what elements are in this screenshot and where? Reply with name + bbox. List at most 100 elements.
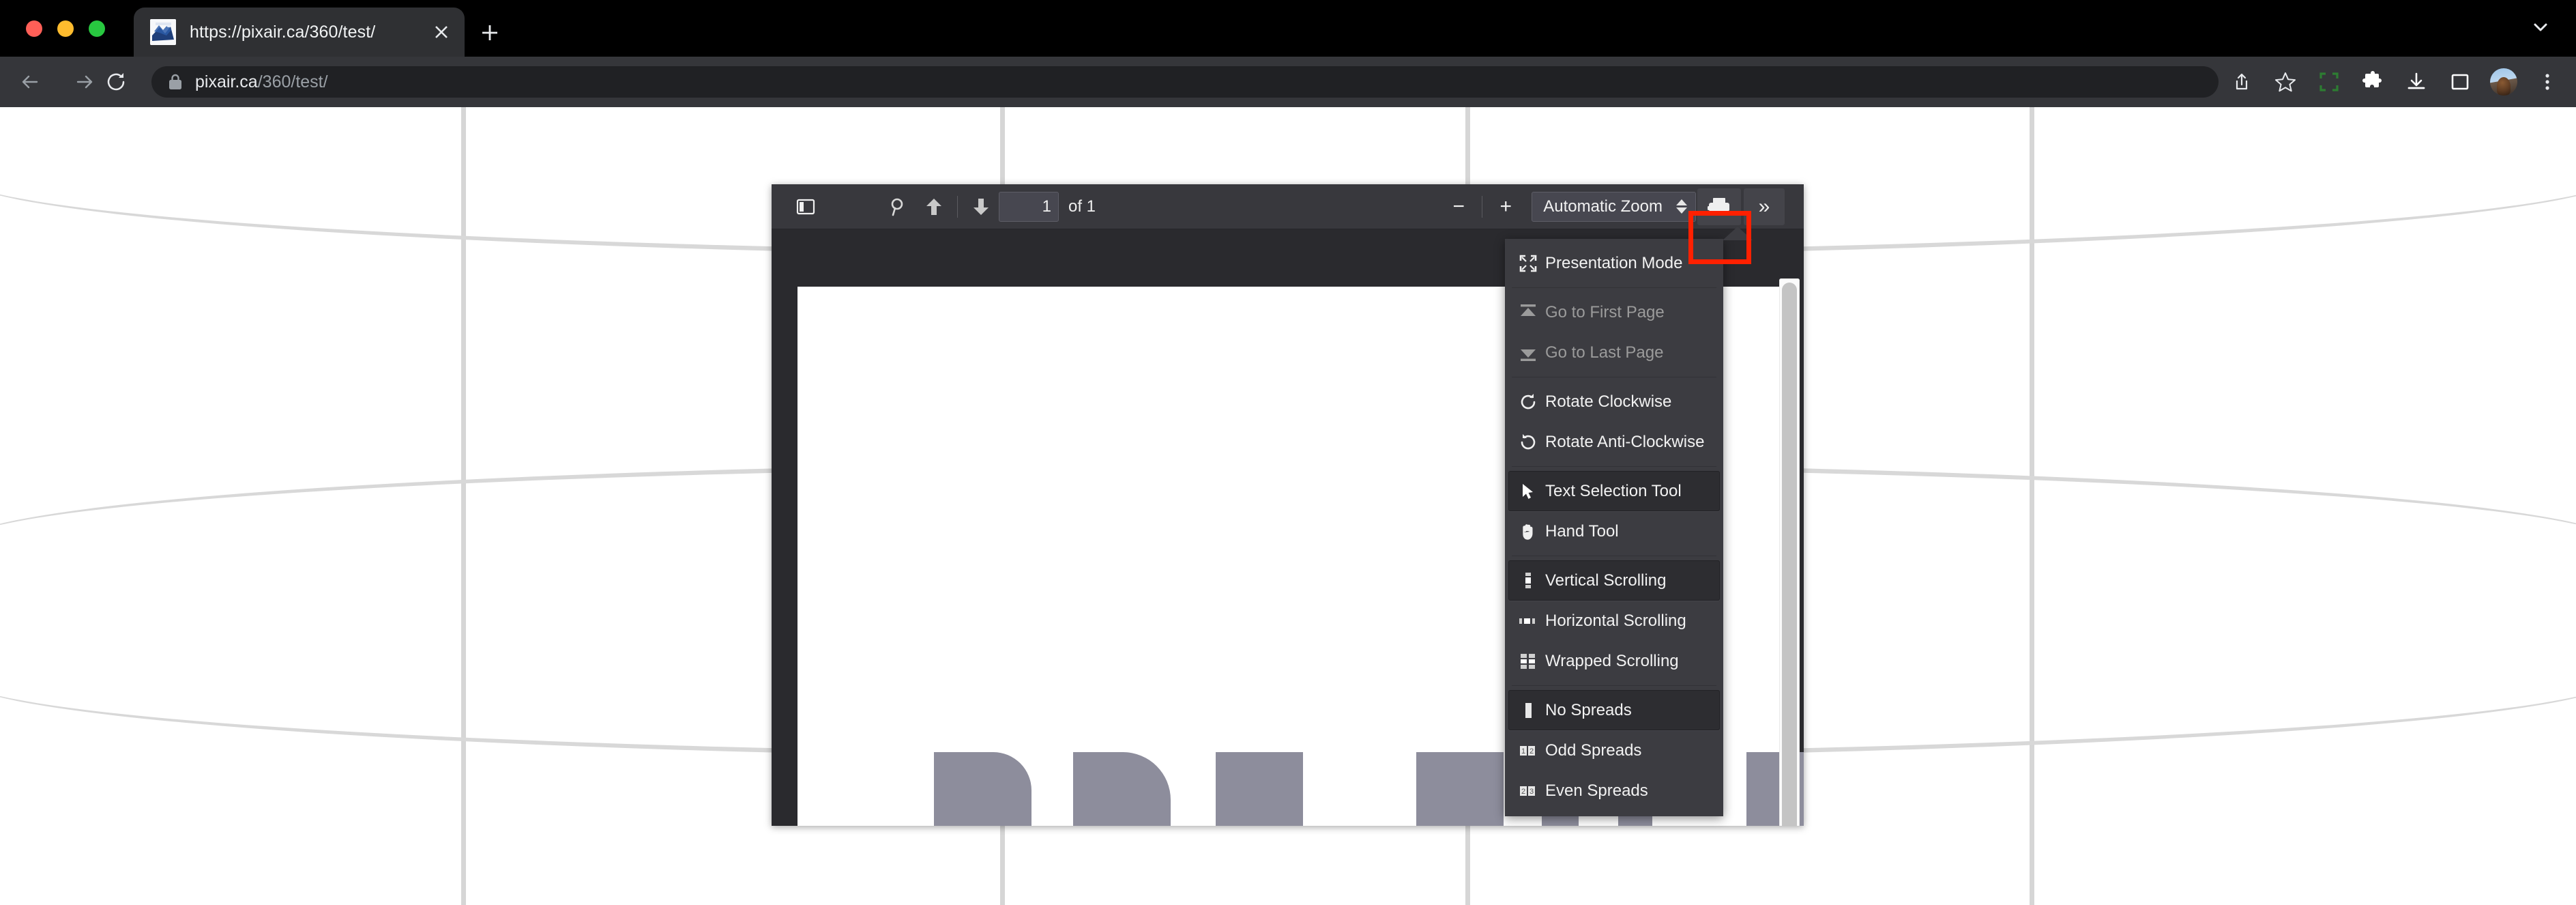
url-path: /360/test/ bbox=[257, 72, 328, 91]
svg-text:3: 3 bbox=[1530, 788, 1534, 796]
menu-divider bbox=[1512, 466, 1716, 467]
menu-item-horizontal-scrolling[interactable]: Horizontal Scrolling bbox=[1508, 601, 1720, 641]
browser-tab[interactable]: https://pixair.ca/360/test/ bbox=[134, 8, 465, 57]
down-arrow-icon[interactable] bbox=[965, 190, 997, 223]
even-spreads-icon: 2 3 bbox=[1518, 781, 1538, 801]
no-spreads-icon bbox=[1518, 700, 1538, 721]
menu-item-label: Go to Last Page bbox=[1545, 343, 1664, 362]
close-window-button[interactable] bbox=[26, 20, 42, 37]
pdf-secondary-toolbar: Presentation Mode Go to First Page Go to… bbox=[1505, 239, 1723, 816]
toolbar-divider bbox=[957, 195, 958, 218]
pdf-glyph bbox=[934, 752, 1031, 826]
downloads-icon[interactable] bbox=[2395, 64, 2438, 100]
window-controls bbox=[26, 20, 115, 37]
go-last-page-icon bbox=[1518, 343, 1538, 363]
presentation-mode-icon bbox=[1518, 253, 1538, 274]
search-icon[interactable] bbox=[882, 190, 915, 223]
pdf-glyph bbox=[1073, 752, 1171, 826]
new-tab-button[interactable] bbox=[471, 14, 509, 52]
svg-text:2: 2 bbox=[1530, 747, 1534, 756]
chevron-down-icon[interactable] bbox=[2521, 8, 2560, 46]
menu-item-presentation-mode[interactable]: Presentation Mode bbox=[1508, 243, 1720, 283]
sidebar-toggle-icon[interactable] bbox=[789, 190, 822, 223]
toolbar-actions bbox=[2220, 64, 2569, 100]
menu-item-label: Presentation Mode bbox=[1545, 253, 1683, 272]
zoom-out-button[interactable]: − bbox=[1442, 190, 1475, 223]
forward-arrow-icon[interactable] bbox=[67, 64, 102, 100]
menu-item-wrapped-scrolling[interactable]: Wrapped Scrolling bbox=[1508, 641, 1720, 681]
up-arrow-icon[interactable] bbox=[918, 190, 950, 223]
bookmark-star-icon[interactable] bbox=[2264, 64, 2307, 100]
page-total-label: of 1 bbox=[1068, 197, 1096, 216]
reload-arrow-icon[interactable] bbox=[98, 64, 134, 100]
menu-item-even-spreads[interactable]: 2 3 Even Spreads bbox=[1508, 771, 1720, 811]
menu-item-label: Wrapped Scrolling bbox=[1545, 651, 1679, 670]
pdf-glyph bbox=[1416, 752, 1504, 826]
site-favicon bbox=[150, 19, 176, 45]
pdf-glyph bbox=[1216, 752, 1303, 826]
menu-item-label: No Spreads bbox=[1545, 700, 1632, 719]
menu-item-label: Hand Tool bbox=[1545, 521, 1619, 541]
menu-item-label: Go to First Page bbox=[1545, 302, 1665, 321]
menu-item-odd-spreads[interactable]: 1 2 Odd Spreads bbox=[1508, 730, 1720, 771]
minimize-window-button[interactable] bbox=[57, 20, 74, 37]
more-tools-button[interactable]: » bbox=[1744, 188, 1785, 225]
pdf-toolbar: 1 of 1 − + Automatic Zoom » bbox=[772, 184, 1804, 229]
chrome-menu-icon[interactable] bbox=[2526, 64, 2569, 100]
menu-item-rotate-anticlockwise[interactable]: Rotate Anti-Clockwise bbox=[1508, 422, 1720, 462]
odd-spreads-icon: 1 2 bbox=[1518, 741, 1538, 761]
zoom-in-button[interactable]: + bbox=[1489, 190, 1522, 223]
menu-item-label: Rotate Clockwise bbox=[1545, 392, 1672, 411]
go-first-page-icon bbox=[1518, 302, 1538, 323]
wrapped-scrolling-icon bbox=[1518, 651, 1538, 672]
svg-text:1: 1 bbox=[1521, 747, 1525, 756]
back-arrow-icon[interactable] bbox=[12, 64, 48, 100]
print-button[interactable] bbox=[1697, 188, 1741, 225]
extensions-puzzle-icon[interactable] bbox=[2351, 64, 2395, 100]
share-icon[interactable] bbox=[2220, 64, 2264, 100]
menu-item-label: Horizontal Scrolling bbox=[1545, 611, 1686, 630]
pdf-scrollbar-thumb[interactable] bbox=[1782, 283, 1797, 826]
menu-item-go-to-last-page[interactable]: Go to Last Page bbox=[1508, 332, 1720, 373]
side-panel-icon[interactable] bbox=[2438, 64, 2482, 100]
menu-item-label: Vertical Scrolling bbox=[1545, 571, 1667, 590]
cursor-arrow-icon bbox=[1518, 481, 1538, 502]
menu-item-go-to-first-page[interactable]: Go to First Page bbox=[1508, 292, 1720, 332]
menu-item-no-spreads[interactable]: No Spreads bbox=[1508, 690, 1720, 730]
maximize-window-button[interactable] bbox=[89, 20, 105, 37]
menu-divider bbox=[1512, 287, 1716, 288]
menu-item-label: Even Spreads bbox=[1545, 781, 1648, 800]
menu-item-label: Odd Spreads bbox=[1545, 741, 1642, 760]
menu-item-text-selection-tool[interactable]: Text Selection Tool bbox=[1508, 471, 1720, 511]
screen-capture-icon[interactable] bbox=[2307, 64, 2351, 100]
rotate-clockwise-icon bbox=[1518, 392, 1538, 412]
pdf-scrollbar[interactable] bbox=[1779, 278, 1800, 826]
tab-title: https://pixair.ca/360/test/ bbox=[190, 22, 376, 42]
address-bar-url: pixair.ca/360/test/ bbox=[195, 72, 328, 92]
page-viewport[interactable]: 1 of 1 − + Automatic Zoom » Presentation… bbox=[0, 107, 2576, 905]
chevron-updown-icon bbox=[1676, 199, 1687, 214]
url-host: pixair.ca bbox=[195, 72, 258, 91]
horizontal-scrolling-icon bbox=[1518, 611, 1538, 631]
vertical-scrolling-icon bbox=[1518, 571, 1538, 591]
avatar[interactable] bbox=[2482, 64, 2526, 100]
hand-icon bbox=[1518, 521, 1538, 542]
zoom-level-value: Automatic Zoom bbox=[1543, 197, 1663, 216]
menu-item-hand-tool[interactable]: Hand Tool bbox=[1508, 511, 1720, 551]
tab-strip: https://pixair.ca/360/test/ bbox=[0, 0, 2576, 57]
menu-item-rotate-clockwise[interactable]: Rotate Clockwise bbox=[1508, 382, 1720, 422]
rotate-anticlockwise-icon bbox=[1518, 432, 1538, 452]
menu-item-vertical-scrolling[interactable]: Vertical Scrolling bbox=[1508, 560, 1720, 601]
svg-text:2: 2 bbox=[1521, 788, 1525, 796]
close-tab-button[interactable] bbox=[424, 14, 459, 50]
zoom-level-select[interactable]: Automatic Zoom bbox=[1532, 191, 1696, 222]
navigation-toolbar: pixair.ca/360/test/ bbox=[0, 57, 2576, 107]
menu-caret bbox=[1723, 227, 1753, 240]
address-bar[interactable]: pixair.ca/360/test/ bbox=[151, 66, 2219, 98]
browser-window: https://pixair.ca/360/test/ pixair.ca/36… bbox=[0, 0, 2576, 905]
menu-divider bbox=[1512, 685, 1716, 686]
page-number-input[interactable]: 1 bbox=[999, 191, 1059, 222]
menu-item-label: Rotate Anti-Clockwise bbox=[1545, 432, 1705, 451]
lock-icon bbox=[164, 70, 187, 94]
menu-item-label: Text Selection Tool bbox=[1545, 481, 1682, 500]
